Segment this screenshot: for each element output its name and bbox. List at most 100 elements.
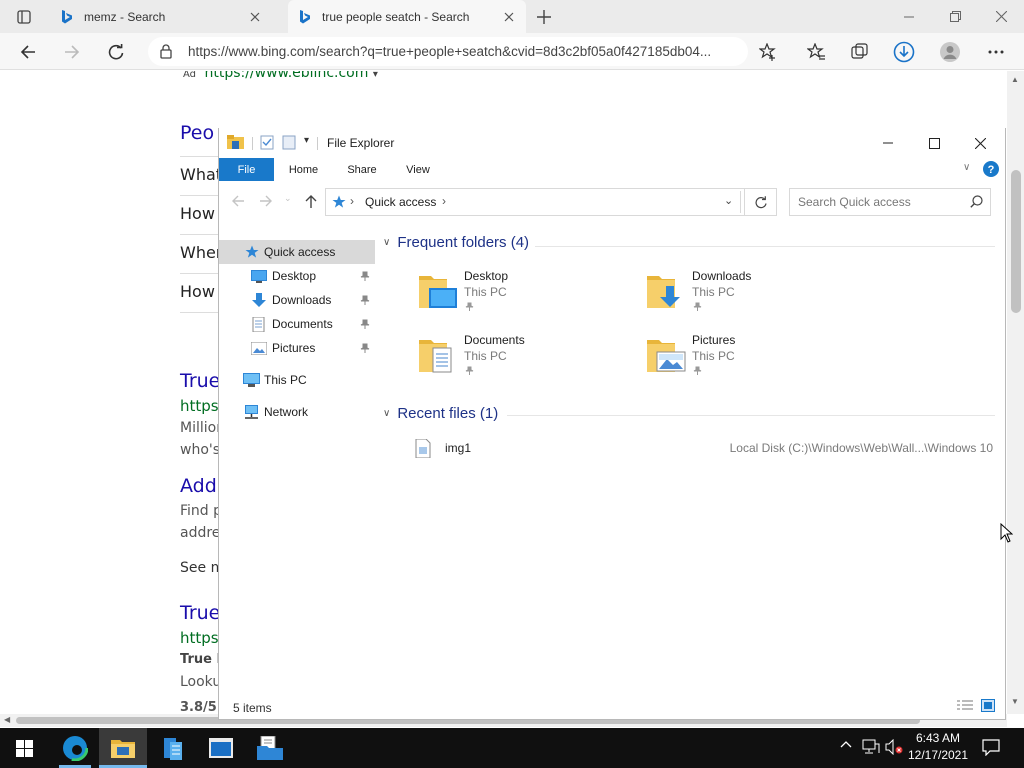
new-tab-button[interactable] <box>532 0 556 33</box>
minimize-button[interactable] <box>886 0 932 33</box>
tab-file[interactable]: File <box>219 158 274 181</box>
group-header-frequent-folders[interactable]: ∨ Frequent folders (4) <box>383 234 529 251</box>
bing-icon <box>298 9 312 25</box>
breadcrumb-quick-access[interactable]: Quick access <box>365 195 436 209</box>
nav-label: Desktop <box>272 269 317 283</box>
window-app-taskbar-icon[interactable] <box>197 728 245 768</box>
result-title[interactable]: True <box>180 370 220 392</box>
start-button[interactable] <box>0 728 48 768</box>
pin-icon[interactable] <box>693 302 702 311</box>
edge-browser-taskbar-icon[interactable] <box>51 728 99 768</box>
scroll-left-icon[interactable]: ◀ <box>4 715 10 724</box>
large-icons-view-icon[interactable] <box>981 699 995 712</box>
question-item[interactable]: What <box>180 165 222 184</box>
ad-row[interactable]: Ad https://www.ebiinc.com ▾ <box>183 71 378 81</box>
download-arrow-icon <box>251 292 267 308</box>
properties-icon[interactable] <box>260 135 274 150</box>
maximize-button[interactable] <box>911 128 957 158</box>
file-explorer-taskbar-icon[interactable] <box>99 728 147 768</box>
address-bar[interactable]: https://www.bing.com/search?q=true+peopl… <box>148 37 748 66</box>
pin-icon[interactable] <box>693 366 702 375</box>
tab-memz-search[interactable]: memz - Search <box>50 0 286 33</box>
explorer-search-box[interactable]: Search Quick access <box>789 188 991 216</box>
expand-ribbon-icon[interactable]: ∨ <box>963 162 970 173</box>
folder-tile-pictures[interactable]: Pictures This PC <box>645 332 845 380</box>
result-title[interactable]: True <box>180 602 220 624</box>
favorites-icon[interactable] <box>800 33 832 70</box>
pin-icon[interactable] <box>360 319 370 329</box>
server-manager-taskbar-icon[interactable] <box>149 728 197 768</box>
tab-share[interactable]: Share <box>339 158 385 181</box>
result-title[interactable]: Add <box>180 475 217 497</box>
tab-actions-icon[interactable] <box>8 0 40 33</box>
refresh-button[interactable] <box>745 188 777 216</box>
folder-location: This PC <box>692 349 735 363</box>
forward-arrow-icon[interactable] <box>259 194 273 208</box>
nav-item-network[interactable]: Network <box>219 400 375 424</box>
file-path: Local Disk (C:)\Windows\Web\Wall...\Wind… <box>729 441 993 455</box>
question-item[interactable]: Wher <box>180 243 222 262</box>
scroll-up-icon[interactable]: ▲ <box>1011 75 1019 84</box>
add-favorite-icon[interactable] <box>752 33 784 70</box>
close-tab-icon[interactable] <box>250 12 260 22</box>
nav-item-downloads[interactable]: Downloads <box>219 288 375 312</box>
group-header-recent-files[interactable]: ∨ Recent files (1) <box>383 405 498 422</box>
result-url[interactable]: https <box>180 629 219 647</box>
back-arrow-icon[interactable] <box>12 33 44 70</box>
pin-icon[interactable] <box>465 302 474 311</box>
new-folder-icon[interactable] <box>282 135 296 150</box>
file-manager-taskbar-icon[interactable] <box>246 728 294 768</box>
pin-icon[interactable] <box>465 366 474 375</box>
downloads-icon[interactable] <box>888 33 920 70</box>
network-tray-icon[interactable] <box>862 739 880 755</box>
nav-item-documents[interactable]: Documents <box>219 312 375 336</box>
minimize-button[interactable] <box>865 128 911 158</box>
folder-tile-downloads[interactable]: Downloads This PC <box>645 268 845 316</box>
scrollbar-thumb[interactable] <box>1011 170 1021 313</box>
tab-view[interactable]: View <box>397 158 439 181</box>
search-icon[interactable] <box>970 195 983 208</box>
pin-icon[interactable] <box>360 271 370 281</box>
pin-icon[interactable] <box>360 295 370 305</box>
recent-file-row[interactable]: img1 Local Disk (C:)\Windows\Web\Wall...… <box>415 438 995 460</box>
clock-time[interactable]: 6:43 AM <box>907 731 969 745</box>
close-window-button[interactable] <box>978 0 1024 33</box>
nav-item-quick-access[interactable]: Quick access <box>219 240 375 264</box>
close-window-button[interactable] <box>957 128 1003 158</box>
folder-tile-desktop[interactable]: Desktop This PC <box>417 268 617 316</box>
folder-name: Desktop <box>464 269 509 283</box>
back-arrow-icon[interactable] <box>231 194 245 208</box>
page-vertical-scrollbar[interactable]: ▲ ▼ <box>1007 71 1024 714</box>
explorer-address-bar[interactable]: › Quick access › ⌄ <box>325 188 745 216</box>
help-icon[interactable]: ? <box>983 161 999 177</box>
profile-avatar-icon[interactable] <box>934 33 966 70</box>
more-options-icon[interactable] <box>980 33 1012 70</box>
tab-home[interactable]: Home <box>281 158 326 181</box>
question-item[interactable]: How <box>180 204 215 223</box>
forward-arrow-icon[interactable] <box>56 33 88 70</box>
document-icon <box>251 316 267 332</box>
nav-item-desktop[interactable]: Desktop <box>219 264 375 288</box>
customize-qat-icon[interactable]: ▾ <box>304 135 309 146</box>
pin-icon[interactable] <box>360 343 370 353</box>
close-tab-icon[interactable] <box>504 12 514 22</box>
result-url[interactable]: https <box>180 397 219 415</box>
collections-icon[interactable] <box>844 33 876 70</box>
breadcrumb-separator[interactable]: › <box>442 194 446 208</box>
address-history-icon[interactable]: ⌄ <box>724 194 733 207</box>
nav-item-pictures[interactable]: Pictures <box>219 336 375 360</box>
recent-locations-icon[interactable]: ⌄ <box>284 193 292 204</box>
nav-item-this-pc[interactable]: This PC <box>219 368 375 392</box>
question-item[interactable]: How <box>180 282 215 301</box>
folder-tile-documents[interactable]: Documents This PC <box>417 332 617 380</box>
restore-button[interactable] <box>932 0 978 33</box>
up-arrow-icon[interactable] <box>304 194 318 209</box>
notifications-icon[interactable] <box>982 739 1000 756</box>
details-view-icon[interactable] <box>957 700 973 712</box>
scroll-down-icon[interactable]: ▼ <box>1011 697 1019 706</box>
refresh-icon[interactable] <box>100 33 132 70</box>
show-hidden-icons-chevron-icon[interactable] <box>840 740 852 748</box>
volume-muted-icon[interactable] <box>885 739 903 755</box>
clock-date[interactable]: 12/17/2021 <box>907 748 969 762</box>
tab-true-people-search[interactable]: true people seatch - Search <box>288 0 526 33</box>
